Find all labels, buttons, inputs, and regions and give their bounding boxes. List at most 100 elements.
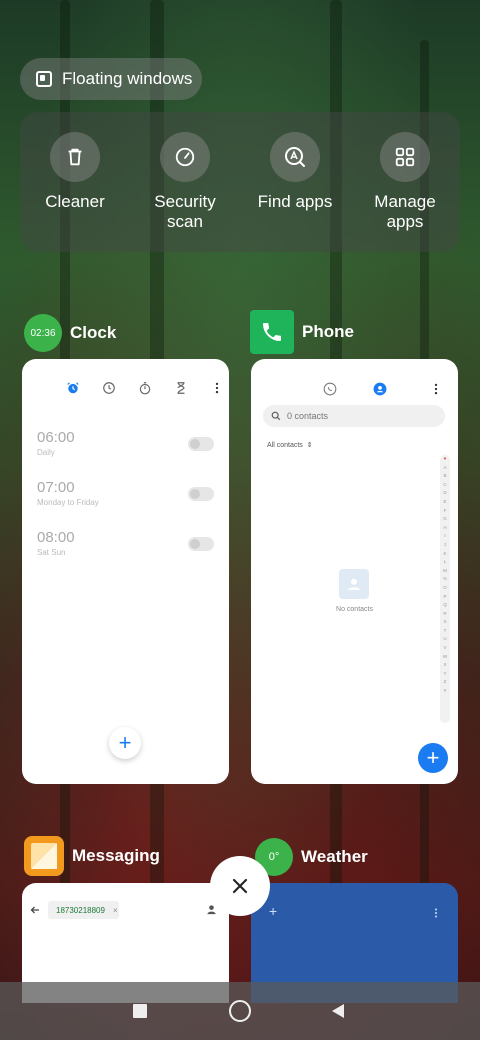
clock-app-card[interactable]: 06:00 Daily 07:00 Monday to Friday 08:00… xyxy=(22,359,229,784)
speed-gauge-icon xyxy=(175,147,195,167)
floating-windows-button[interactable]: Floating windows xyxy=(20,58,202,100)
alarm-toggle[interactable] xyxy=(188,487,214,501)
clock-app-header[interactable]: 02:36 Clock xyxy=(24,314,116,352)
find-apps-label: Find apps xyxy=(257,192,333,211)
home-circle-icon[interactable] xyxy=(229,1000,251,1022)
alphabet-index-letter[interactable]: F xyxy=(440,507,450,516)
more-options-icon[interactable] xyxy=(430,907,442,919)
recipient-chip[interactable]: 18730218809 × xyxy=(48,901,119,919)
alphabet-index-letter[interactable]: M xyxy=(440,567,450,576)
floating-window-icon xyxy=(36,71,52,87)
recents-square-icon[interactable] xyxy=(133,1004,147,1018)
back-triangle-icon[interactable] xyxy=(330,1003,346,1019)
world-clock-icon[interactable] xyxy=(102,381,116,395)
timer-hourglass-icon[interactable] xyxy=(174,381,188,395)
clock-app-icon: 02:36 xyxy=(24,314,62,352)
alarm-item[interactable]: 06:00 Daily xyxy=(37,429,75,457)
alarm-repeat: Daily xyxy=(37,448,55,457)
weather-app-header[interactable]: 0° Weather xyxy=(255,838,368,876)
contacts-filter-label: All contacts xyxy=(267,441,303,449)
security-scan-button[interactable]: Security scan xyxy=(130,132,240,232)
alphabet-index-letter[interactable]: Y xyxy=(440,670,450,679)
call-log-icon[interactable] xyxy=(323,382,337,396)
back-arrow-icon[interactable] xyxy=(29,904,41,916)
find-apps-button[interactable]: Find apps xyxy=(240,132,350,212)
contacts-search-field[interactable]: 0 contacts xyxy=(263,405,445,427)
alphabet-index-letter[interactable]: U xyxy=(440,635,450,644)
alphabet-index-letter[interactable]: K xyxy=(440,550,450,559)
manage-apps-label: Manage apps xyxy=(374,192,436,231)
alphabet-index-letter[interactable]: E xyxy=(440,498,450,507)
plus-icon: + xyxy=(118,730,132,755)
alphabet-index-letter[interactable]: H xyxy=(440,524,450,533)
alphabet-index-letter[interactable]: I xyxy=(440,532,450,541)
trash-icon xyxy=(68,148,82,166)
grid-icon xyxy=(395,147,415,167)
clock-tab-bar xyxy=(66,381,224,395)
phone-handset-icon xyxy=(263,323,281,341)
alarm-toggle[interactable] xyxy=(188,537,214,551)
chevron-updown-icon: ⇕ xyxy=(306,442,313,449)
phone-app-icon xyxy=(250,310,294,354)
messaging-app-icon xyxy=(24,836,64,876)
manage-apps-button[interactable]: Manage apps xyxy=(350,132,460,232)
contact-person-icon[interactable] xyxy=(206,904,217,915)
alphabet-index-letter[interactable]: ♥ xyxy=(440,455,450,464)
add-contact-button[interactable]: + xyxy=(418,743,448,773)
contacts-search-placeholder: 0 contacts xyxy=(287,411,329,421)
alphabet-index-letter[interactable]: Z xyxy=(440,678,450,687)
close-icon[interactable]: × xyxy=(113,906,118,915)
alphabet-index-letter[interactable]: P xyxy=(440,593,450,602)
alphabet-index-letter[interactable]: # xyxy=(440,687,450,696)
add-city-plus-icon[interactable]: + xyxy=(269,903,277,919)
alarm-time: 06:00 xyxy=(37,429,75,446)
alphabet-index[interactable]: ♥ A B C D E F G H I J K L M N O P Q R S T U V W X Y Z # xyxy=(440,455,450,723)
alphabet-index-letter[interactable]: S xyxy=(440,618,450,627)
alphabet-index-letter[interactable]: X xyxy=(440,661,450,670)
alphabet-index-letter[interactable]: V xyxy=(440,644,450,653)
alphabet-index-letter[interactable]: L xyxy=(440,558,450,567)
alphabet-index-letter[interactable]: G xyxy=(440,515,450,524)
alarm-repeat: Sat Sun xyxy=(37,548,66,557)
more-options-icon[interactable] xyxy=(429,382,443,396)
alarm-time: 08:00 xyxy=(37,529,75,546)
search-apps-icon xyxy=(285,147,305,167)
alphabet-index-letter[interactable]: C xyxy=(440,481,450,490)
empty-contacts-text: No contacts xyxy=(336,606,373,613)
alphabet-index-letter[interactable]: T xyxy=(440,627,450,636)
recipient-number: 18730218809 xyxy=(56,905,105,915)
security-scan-label: Security scan xyxy=(154,192,216,231)
empty-contacts-icon xyxy=(339,569,369,599)
phone-app-card[interactable]: 0 contacts All contacts ⇕ ♥ A B C D E F G H I J K L M… xyxy=(251,359,458,784)
alphabet-index-letter[interactable]: W xyxy=(440,653,450,662)
weather-app-name: Weather xyxy=(301,847,368,866)
alphabet-index-letter[interactable]: D xyxy=(440,489,450,498)
alphabet-index-letter[interactable]: B xyxy=(440,472,450,481)
close-icon xyxy=(232,878,248,894)
messaging-app-header[interactable]: Messaging xyxy=(24,836,160,876)
alphabet-index-letter[interactable]: N xyxy=(440,575,450,584)
cleaner-button[interactable]: Cleaner xyxy=(20,132,130,212)
navigation-bar xyxy=(0,982,480,1040)
contacts-filter-dropdown[interactable]: All contacts ⇕ xyxy=(267,441,313,450)
add-alarm-button[interactable]: + xyxy=(109,727,141,759)
quick-actions-panel: Cleaner Security scan Find apps Manage a… xyxy=(20,112,460,252)
alphabet-index-letter[interactable]: O xyxy=(440,584,450,593)
more-options-icon[interactable] xyxy=(210,381,224,395)
cleaner-label: Cleaner xyxy=(45,192,105,211)
alarm-item[interactable]: 08:00 Sat Sun xyxy=(37,529,75,557)
floating-windows-label: Floating windows xyxy=(62,69,193,88)
alarm-repeat: Monday to Friday xyxy=(37,498,99,507)
alphabet-index-letter[interactable]: J xyxy=(440,541,450,550)
clear-all-button[interactable] xyxy=(210,856,270,916)
contacts-tab-icon[interactable] xyxy=(373,382,387,396)
clock-app-name: Clock xyxy=(70,323,117,342)
messaging-app-name: Messaging xyxy=(72,846,160,865)
alarm-item[interactable]: 07:00 Monday to Friday xyxy=(37,479,99,507)
alphabet-index-letter[interactable]: A xyxy=(440,464,450,473)
phone-app-header[interactable]: Phone xyxy=(250,310,354,354)
alarm-toggle[interactable] xyxy=(188,437,214,451)
phone-app-name: Phone xyxy=(302,322,354,341)
alarm-icon[interactable] xyxy=(66,381,80,395)
stopwatch-icon[interactable] xyxy=(138,381,152,395)
